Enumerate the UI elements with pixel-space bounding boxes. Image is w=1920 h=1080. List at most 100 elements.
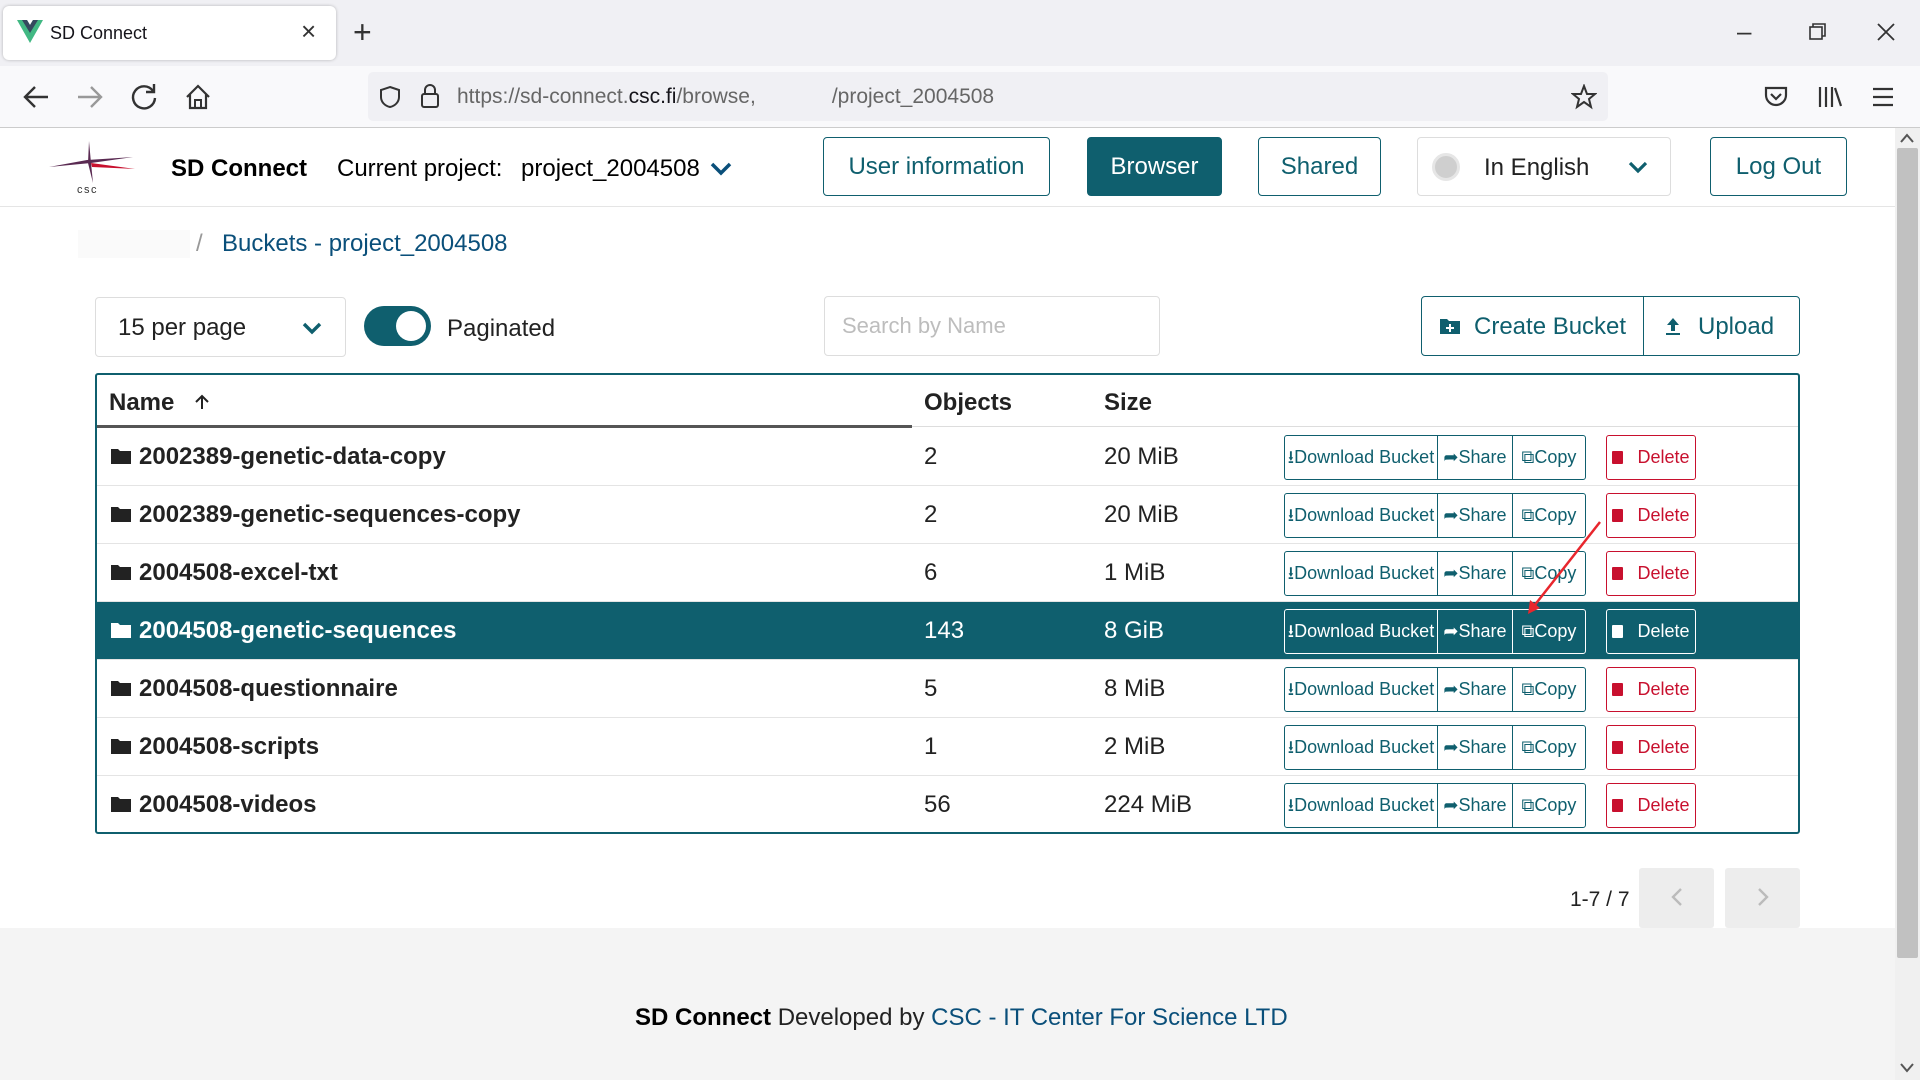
download-bucket-button[interactable]: ⭳Download Bucket [1284,493,1438,538]
pagination-count: 1-7 / 7 [1570,888,1630,911]
prev-page-button[interactable] [1639,868,1714,928]
upload-button[interactable]: Upload [1643,296,1800,356]
browser-button[interactable]: Browser [1087,137,1222,196]
copy-button[interactable]: ⧉Copy [1512,435,1586,480]
scroll-down-icon[interactable] [1899,1062,1915,1074]
shield-icon[interactable] [379,85,401,109]
scrollbar-thumb[interactable] [1897,148,1918,958]
breadcrumb-home[interactable] [78,230,190,258]
table-row[interactable]: 2004508-scripts 1 2 MiB ⭳Download Bucket ➦Sh… [97,718,1798,776]
scroll-up-icon[interactable] [1899,132,1915,144]
copy-button[interactable]: ⧉Copy [1512,609,1586,654]
copy-icon: ⧉ [1521,563,1535,583]
url-bar[interactable]: https://sd-connect.csc.fi/browse,/projec… [368,72,1608,121]
bucket-name[interactable]: 2004508-questionnaire [139,675,398,703]
copy-button[interactable]: ⧉Copy [1512,493,1586,538]
copy-button[interactable]: ⧉Copy [1512,725,1586,770]
shared-button[interactable]: Shared [1258,137,1381,196]
menu-icon[interactable] [1871,86,1895,108]
close-tab-icon[interactable]: × [301,18,316,44]
download-bucket-button[interactable]: ⭳Download Bucket [1284,551,1438,596]
share-button[interactable]: ➦Share [1437,725,1513,770]
user-information-button[interactable]: User information [823,137,1050,196]
share-button[interactable]: ➦Share [1437,435,1513,480]
next-page-button[interactable] [1725,868,1800,928]
column-header-name[interactable]: Name [109,389,211,417]
bucket-name[interactable]: 2004508-excel-txt [139,559,338,587]
bucket-size: 8 MiB [1104,675,1166,702]
delete-button[interactable]: Delete [1606,667,1696,712]
restore-icon[interactable] [1808,22,1828,42]
download-bucket-button[interactable]: ⭳Download Bucket [1284,667,1438,712]
delete-button[interactable]: Delete [1606,725,1696,770]
download-bucket-button[interactable]: ⭳Download Bucket [1284,783,1438,828]
table-row[interactable]: 2004508-genetic-sequences 143 8 GiB ⭳Downlo… [97,602,1798,660]
close-window-icon[interactable] [1876,22,1896,42]
chevron-right-icon [1757,887,1769,906]
copy-button[interactable]: ⧉Copy [1512,551,1586,596]
download-bucket-button[interactable]: ⭳Download Bucket [1284,609,1438,654]
app-name[interactable]: SD Connect [171,155,307,183]
csc-logo[interactable]: csc [45,137,145,197]
column-header-objects[interactable]: Objects [924,389,1012,417]
vue-logo-icon [17,20,43,43]
minimize-icon[interactable]: – [1737,16,1751,46]
share-button[interactable]: ➦Share [1437,551,1513,596]
folder-icon [111,739,131,754]
column-header-size[interactable]: Size [1104,389,1152,417]
current-project-name[interactable]: project_2004508 [521,155,700,183]
back-icon[interactable] [22,84,50,110]
delete-button[interactable]: Delete [1606,493,1696,538]
language-select[interactable]: In English [1417,137,1671,196]
table-row[interactable]: 2004508-excel-txt 6 1 MiB ⭳Download Bucket ➦… [97,544,1798,602]
search-input[interactable] [824,296,1160,356]
reload-icon[interactable] [130,83,158,111]
share-icon: ➦ [1443,563,1459,583]
footer-org-link[interactable]: CSC - IT Center For Science LTD [931,1004,1288,1031]
table-row[interactable]: 2004508-videos 56 224 MiB ⭳Download Bucket ➦… [97,776,1798,832]
copy-button[interactable]: ⧉Copy [1512,783,1586,828]
breadcrumb-current[interactable]: Buckets - project_2004508 [222,230,508,258]
folder-icon [111,797,131,812]
paginated-toggle[interactable] [364,306,431,346]
bucket-name[interactable]: 2004508-scripts [139,733,319,761]
home-icon[interactable] [184,83,212,111]
share-button[interactable]: ➦Share [1437,667,1513,712]
table-row[interactable]: 2002389-genetic-data-copy 2 20 MiB ⭳Downloa… [97,428,1798,486]
browser-tab[interactable]: SD Connect × [3,6,336,60]
share-icon: ➦ [1443,679,1459,699]
new-tab-icon[interactable]: + [353,16,372,48]
library-icon[interactable] [1817,84,1843,110]
bucket-name[interactable]: 2002389-genetic-data-copy [139,443,446,471]
per-page-select[interactable]: 15 per page [95,297,346,357]
bucket-objects: 2 [924,443,938,470]
breadcrumb-separator: / [196,230,203,257]
share-button[interactable]: ➦Share [1437,609,1513,654]
lock-icon[interactable] [420,83,440,109]
per-page-value: 15 per page [118,314,247,341]
share-button[interactable]: ➦Share [1437,783,1513,828]
delete-button[interactable]: Delete [1606,609,1696,654]
table-row[interactable]: 2004508-questionnaire 5 8 MiB ⭳Download Buc… [97,660,1798,718]
download-bucket-button[interactable]: ⭳Download Bucket [1284,435,1438,480]
pocket-icon[interactable] [1763,85,1789,109]
bookmark-star-icon[interactable] [1571,84,1597,110]
share-button[interactable]: ➦Share [1437,493,1513,538]
bucket-objects: 5 [924,675,938,702]
logout-button[interactable]: Log Out [1710,137,1847,196]
toggle-knob [396,311,426,341]
share-icon: ➦ [1443,621,1459,641]
delete-button[interactable]: Delete [1606,783,1696,828]
bucket-name[interactable]: 2002389-genetic-sequences-copy [139,501,521,529]
delete-button[interactable]: Delete [1606,551,1696,596]
folder-icon [111,507,131,522]
project-chevron-down-icon[interactable] [705,154,737,184]
bucket-name[interactable]: 2004508-videos [139,791,316,819]
bucket-name[interactable]: 2004508-genetic-sequences [139,617,457,645]
download-bucket-button[interactable]: ⭳Download Bucket [1284,725,1438,770]
delete-button[interactable]: Delete [1606,435,1696,480]
copy-button[interactable]: ⧉Copy [1512,667,1586,712]
create-bucket-button[interactable]: Create Bucket [1421,296,1644,356]
table-row[interactable]: 2002389-genetic-sequences-copy 2 20 MiB ⭳Do… [97,486,1798,544]
forward-icon[interactable] [76,84,104,110]
